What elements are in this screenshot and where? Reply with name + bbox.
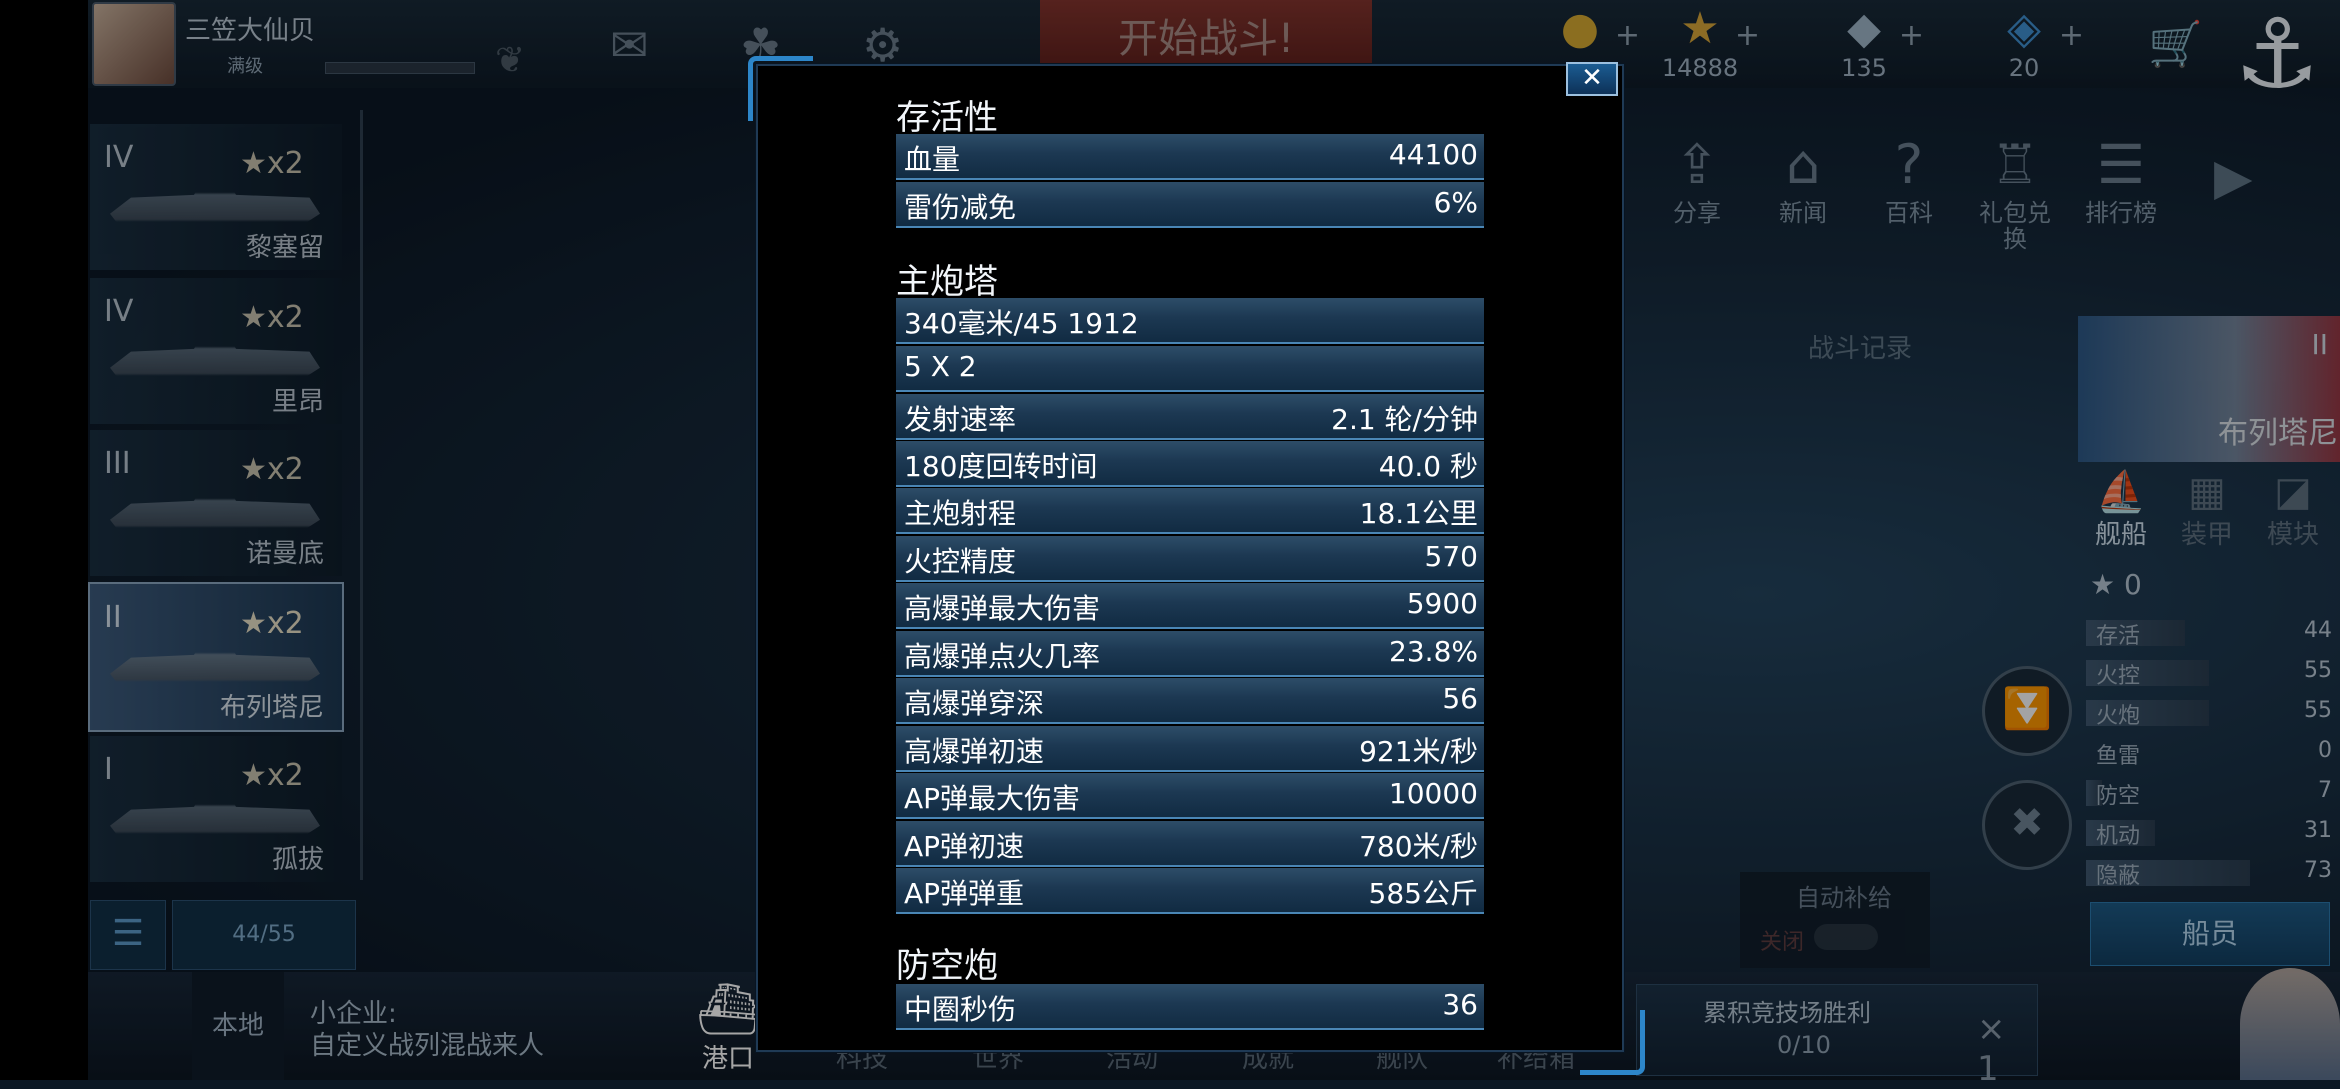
section-title-survivability: 存活性	[896, 98, 998, 138]
stat-row: 发射速率 2.1 轮/分钟	[896, 394, 1484, 440]
stat-row: 5 X 2	[896, 346, 1484, 392]
stat-row: 高爆弹初速 921米/秒	[896, 726, 1484, 772]
modal-corner-accent	[748, 56, 813, 121]
stat-row: 高爆弹点火几率 23.8%	[896, 631, 1484, 677]
stat-row: 火控精度 570	[896, 536, 1484, 582]
stat-row: 高爆弹穿深 56	[896, 678, 1484, 724]
stat-row: AP弹弹重 585公斤	[896, 868, 1484, 914]
stat-row: 340毫米/45 1912	[896, 298, 1484, 344]
stat-row: AP弹初速 780米/秒	[896, 821, 1484, 867]
stat-row: AP弹最大伤害 10000	[896, 773, 1484, 819]
stat-row: 中圈秒伤 36	[896, 984, 1484, 1030]
stat-row: 主炮射程 18.1公里	[896, 488, 1484, 534]
modal-corner-accent	[1580, 1010, 1645, 1075]
close-button[interactable]: ✕	[1566, 62, 1618, 96]
section-title-anti-air: 防空炮	[896, 946, 998, 986]
stat-row: 血量 44100	[896, 134, 1484, 180]
section-title-main-turret: 主炮塔	[896, 262, 998, 302]
stat-row: 高爆弹最大伤害 5900	[896, 583, 1484, 629]
stat-row: 雷伤减免 6%	[896, 182, 1484, 228]
stat-row: 180度回转时间 40.0 秒	[896, 441, 1484, 487]
